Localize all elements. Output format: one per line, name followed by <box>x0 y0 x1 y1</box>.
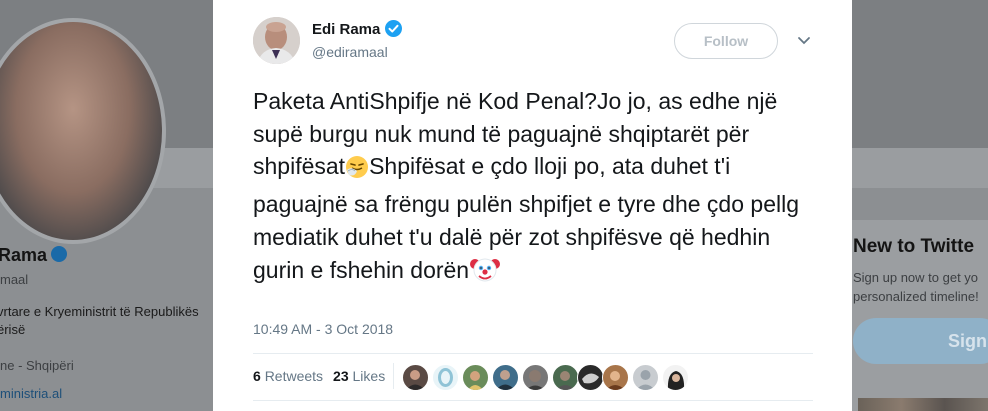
liker-avatar[interactable] <box>522 364 549 391</box>
verified-badge-icon <box>51 246 68 263</box>
author-name[interactable]: Edi Rama <box>312 19 403 39</box>
background-image-strip <box>858 398 988 411</box>
verified-badge-icon <box>385 19 403 37</box>
tweet-card: Edi Rama @ediramaal Follow Paketa AntiSh… <box>213 0 852 411</box>
background-profile-name: Rama <box>0 245 68 266</box>
retweets-stat[interactable]: 6 Retweets <box>253 368 323 384</box>
follow-button[interactable]: Follow <box>674 23 778 59</box>
author-avatar[interactable] <box>253 17 300 64</box>
likes-stat[interactable]: 23 Likes <box>333 368 385 384</box>
divider <box>253 353 813 354</box>
background-sidebar-text: Sign up now to get yo personalized timel… <box>853 270 979 304</box>
stats-separator <box>393 363 394 389</box>
background-profile-bio: vrtare e Kryeministrit të Republikës ëri… <box>0 304 199 337</box>
background-profile-handle: maal <box>0 272 29 287</box>
author-handle[interactable]: @ediramaal <box>312 44 388 60</box>
liker-avatar[interactable] <box>602 364 629 391</box>
sneezing-face-emoji <box>345 155 369 188</box>
tweet-stats: 6 Retweets 23 Likes <box>253 368 385 384</box>
divider <box>253 400 813 401</box>
background-signup-button[interactable]: Sign <box>853 318 988 364</box>
tweet-timestamp[interactable]: 10:49 AM - 3 Oct 2018 <box>253 321 393 337</box>
liker-avatar[interactable] <box>432 364 459 391</box>
liker-avatar[interactable] <box>552 364 579 391</box>
liker-avatar[interactable] <box>632 364 659 391</box>
background-profile-link[interactable]: ministria.al <box>0 386 62 401</box>
liker-avatar[interactable] <box>402 364 429 391</box>
chevron-down-icon[interactable] <box>797 35 811 47</box>
liker-avatar[interactable] <box>492 364 519 391</box>
liker-avatar[interactable] <box>577 364 604 391</box>
liker-avatar[interactable] <box>662 364 689 391</box>
liker-avatar[interactable] <box>462 364 489 391</box>
background-profile-location: ne - Shqipëri <box>0 358 74 373</box>
clown-face-emoji <box>469 255 501 292</box>
tweet-text: Paketa AntiShpifje në Kod Penal?Jo jo, a… <box>253 85 823 291</box>
background-sidebar-title: New to Twitte <box>853 236 975 257</box>
